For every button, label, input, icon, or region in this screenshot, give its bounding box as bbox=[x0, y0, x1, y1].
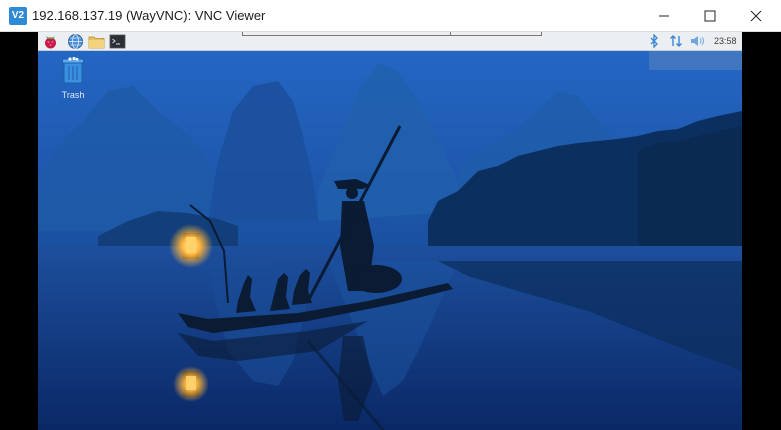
terminal-icon[interactable] bbox=[109, 33, 126, 50]
minimize-button[interactable] bbox=[641, 0, 687, 32]
vnc-viewer-app-icon[interactable]: V2 bbox=[9, 7, 27, 25]
taskbar-panel: 23:58 bbox=[38, 32, 742, 51]
remote-desktop-view[interactable]: 23:58 Trash bbox=[38, 32, 742, 430]
network-transfer-icon[interactable] bbox=[669, 34, 683, 48]
maximize-icon bbox=[704, 10, 716, 22]
bluetooth-icon[interactable] bbox=[649, 34, 659, 48]
raspberry-menu-icon[interactable] bbox=[42, 33, 59, 50]
web-browser-icon[interactable] bbox=[67, 33, 84, 50]
panel-clock[interactable]: 23:58 bbox=[714, 36, 737, 46]
desktop-icon-trash[interactable]: Trash bbox=[58, 56, 88, 100]
minimize-icon bbox=[659, 15, 669, 17]
panel-popup-shadow bbox=[649, 51, 742, 70]
window-title-bar[interactable]: V2 192.168.137.19 (WayVNC): VNC Viewer bbox=[0, 0, 781, 32]
viewer-letterbox-left bbox=[0, 32, 38, 430]
file-manager-icon[interactable] bbox=[88, 33, 105, 50]
volume-icon[interactable] bbox=[690, 34, 706, 48]
close-button[interactable] bbox=[733, 0, 779, 32]
maximize-button[interactable] bbox=[687, 0, 733, 32]
viewer-letterbox-right bbox=[742, 32, 781, 430]
trash-label: Trash bbox=[61, 90, 85, 100]
window-title: 192.168.137.19 (WayVNC): VNC Viewer bbox=[32, 8, 266, 23]
trash-icon bbox=[62, 56, 84, 84]
close-icon bbox=[750, 10, 762, 22]
panel-window-list-area[interactable] bbox=[242, 32, 542, 36]
desktop-wallpaper bbox=[38, 51, 742, 430]
panel-divider bbox=[450, 32, 451, 36]
